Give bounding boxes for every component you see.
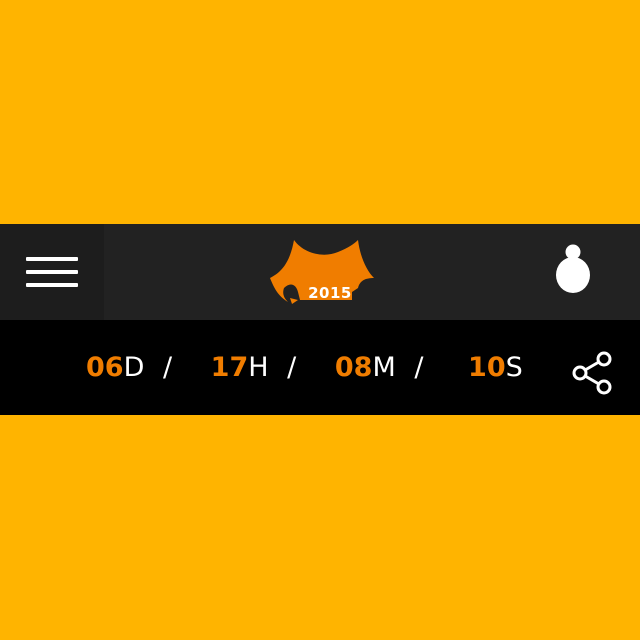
menu-button[interactable] [0, 224, 104, 320]
countdown-timer: 06D / 17H / 08M / 10S [86, 320, 523, 415]
top-navbar: 2015 [0, 224, 640, 320]
hours-unit: H [248, 352, 269, 383]
festival-logo[interactable]: 2015 [268, 238, 378, 310]
countdown-bar: 06D / 17H / 08M / 10S [0, 320, 640, 415]
app-screen: 2015 06D / 17H / 08M / 10S [0, 0, 640, 640]
countdown-separator: / [287, 352, 297, 383]
hamburger-menu-icon-line [26, 270, 78, 274]
countdown-hours: 17H [211, 320, 269, 415]
hours-value: 17 [210, 352, 249, 383]
countdown-minutes: 08M [335, 320, 396, 415]
logo-year: 2015 [308, 284, 352, 302]
days-value: 06 [86, 352, 124, 383]
countdown-seconds: 10S [468, 320, 523, 415]
user-button[interactable] [552, 244, 594, 294]
seconds-unit: S [505, 352, 523, 383]
user-icon [556, 244, 590, 293]
countdown-days: 06D [86, 320, 144, 415]
hamburger-menu-icon-line [26, 283, 78, 287]
countdown-separator: / [414, 352, 424, 383]
share-button[interactable] [570, 350, 616, 396]
seconds-value: 10 [468, 352, 506, 383]
hamburger-menu-icon [26, 257, 78, 261]
minutes-unit: M [372, 352, 396, 383]
countdown-separator: / [162, 352, 173, 383]
share-icon [572, 351, 612, 395]
minutes-value: 08 [334, 352, 373, 383]
days-unit: D [123, 352, 145, 383]
